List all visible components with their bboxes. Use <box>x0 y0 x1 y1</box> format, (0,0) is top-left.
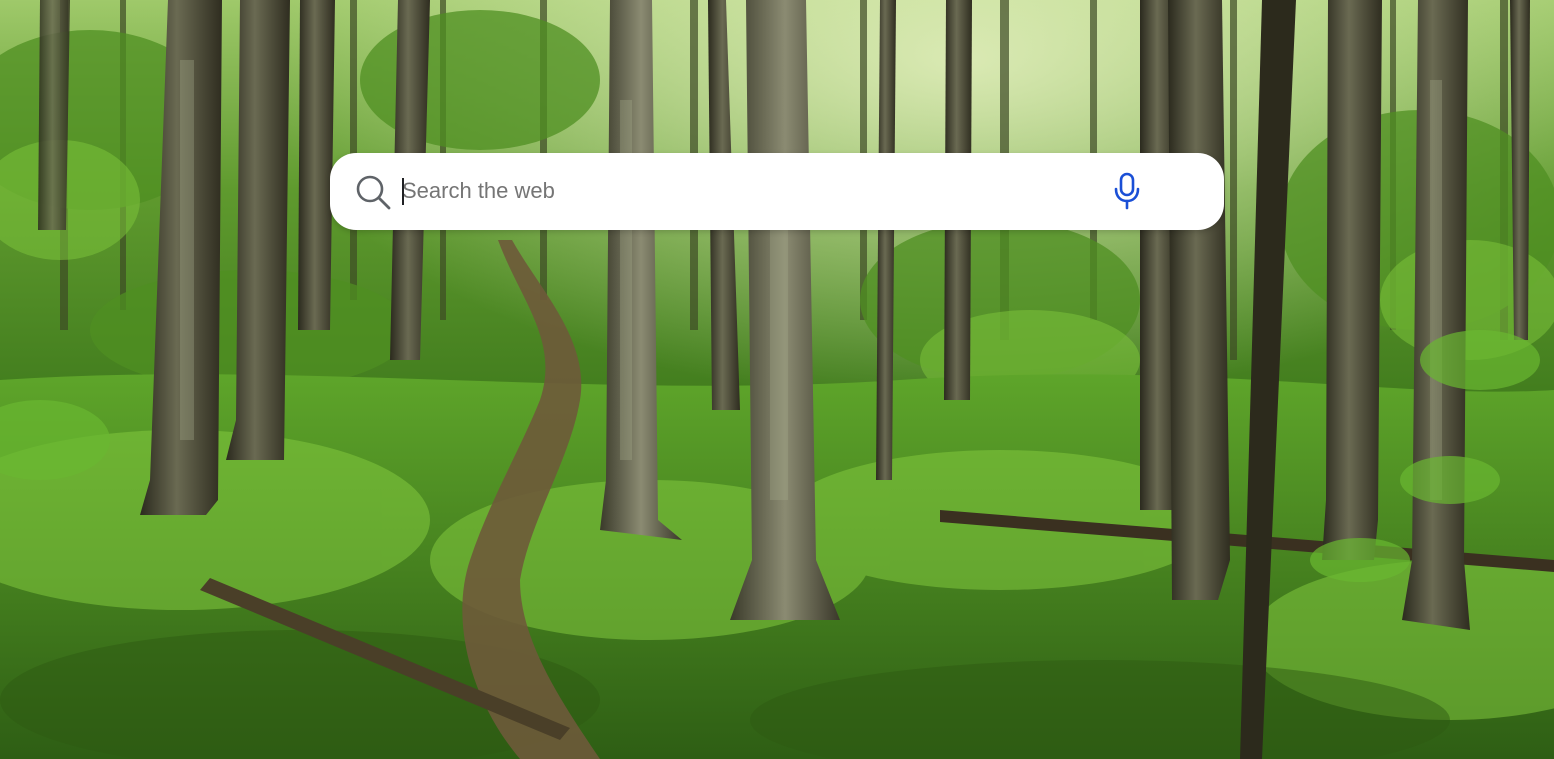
new-tab-page <box>0 0 1554 759</box>
search-input[interactable] <box>400 171 1102 211</box>
search-icon[interactable] <box>354 173 392 211</box>
text-cursor <box>402 178 404 205</box>
search-box[interactable] <box>330 153 1224 230</box>
forest-background-image <box>0 0 1554 759</box>
microphone-icon[interactable] <box>1111 172 1143 210</box>
